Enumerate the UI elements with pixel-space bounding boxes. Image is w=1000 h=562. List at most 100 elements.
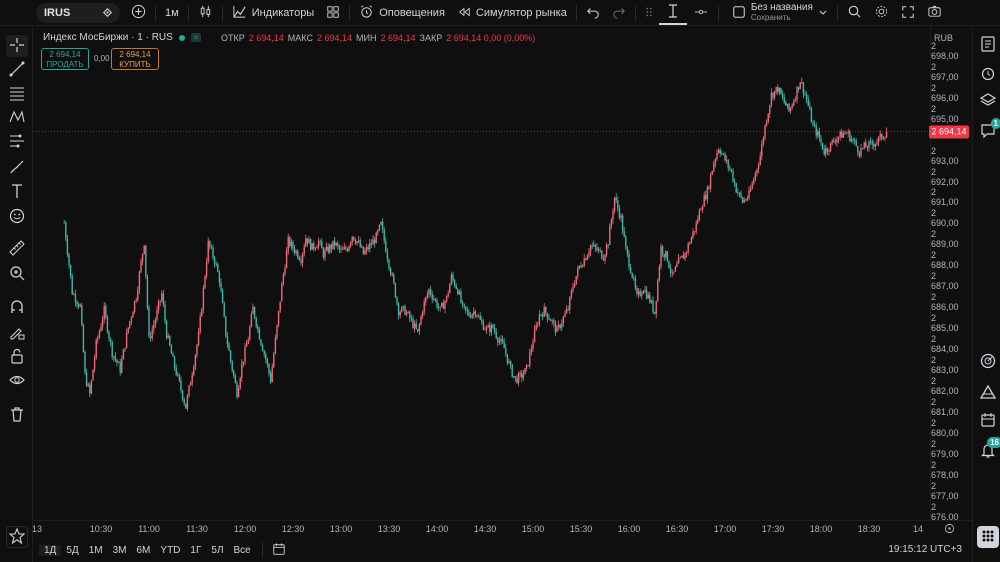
candle-body [484, 329, 486, 331]
emoji-tool[interactable] [6, 206, 28, 228]
trend-line-tool[interactable] [6, 59, 28, 81]
replay-button[interactable]: Симулятор рынка [451, 1, 573, 25]
separator [634, 5, 636, 21]
axis-settings-icon[interactable] [944, 523, 955, 537]
fullscreen-button[interactable] [895, 1, 921, 25]
candle-body [263, 350, 265, 354]
calendar-button[interactable] [977, 410, 999, 432]
alerts-panel-button[interactable] [977, 63, 999, 85]
quick-search-button[interactable] [841, 1, 868, 25]
candle-body [215, 263, 217, 265]
snapshot-button[interactable] [921, 1, 948, 25]
symbol-options-icon[interactable] [101, 6, 114, 22]
candle-body [498, 340, 501, 343]
candle-body [781, 94, 784, 98]
hide-drawings-tool[interactable] [6, 370, 28, 392]
candle-body [538, 314, 541, 325]
remove-drawings-tool[interactable] [6, 404, 28, 426]
separator [836, 5, 838, 21]
candle-body [188, 385, 190, 396]
lock-draw-tool[interactable] [6, 322, 28, 344]
candle-body [730, 169, 733, 172]
candle-body [580, 265, 582, 268]
range-button[interactable]: 1М [84, 545, 108, 556]
candle-body [679, 257, 681, 258]
candle-body [252, 306, 254, 315]
range-button[interactable]: 5Д [61, 545, 83, 556]
forecast-tool[interactable] [6, 131, 28, 153]
star-icon [8, 527, 26, 548]
range-button[interactable]: 3М [108, 545, 132, 556]
candle-body [826, 148, 829, 152]
undo-button[interactable] [580, 1, 606, 25]
candle-body [567, 309, 569, 310]
price-chart[interactable] [33, 26, 930, 520]
candle-body [485, 327, 488, 330]
chats-button[interactable]: 1 [977, 118, 1000, 142]
candle-body [221, 290, 224, 304]
candle-body [434, 298, 437, 301]
fib-tool[interactable] [6, 83, 28, 105]
candle-body [327, 246, 329, 253]
redo-button[interactable] [606, 1, 632, 25]
candle-body [554, 322, 557, 333]
settings-button[interactable] [868, 1, 895, 25]
range-button[interactable]: 1Д [39, 544, 62, 556]
watchlist-button[interactable] [977, 34, 999, 56]
magnet-tool[interactable] [6, 297, 28, 319]
candle-body [325, 246, 328, 251]
buy-button[interactable]: 2 694,14 КУПИТЬ [111, 48, 159, 70]
favorites-tool[interactable] [6, 526, 28, 548]
candle-body [825, 148, 827, 155]
candle-body [177, 374, 179, 376]
time-tick: 13 [31, 524, 43, 534]
candle-body [797, 87, 800, 90]
apps-button[interactable] [977, 526, 999, 548]
range-button[interactable]: Все [229, 545, 256, 556]
range-button[interactable]: YTD [155, 545, 185, 556]
indicators-button[interactable]: Индикаторы [226, 1, 321, 25]
crosshair-tool[interactable] [6, 35, 28, 57]
candle-body [391, 274, 393, 276]
drag-handle[interactable] [639, 1, 659, 25]
chart-type-button[interactable] [192, 1, 219, 25]
ruler-tool[interactable] [6, 238, 28, 260]
layout-button[interactable]: Без названия Сохранить [726, 1, 834, 25]
templates-button[interactable] [320, 1, 346, 25]
range-button[interactable]: 5Л [206, 545, 228, 556]
data-window-button[interactable] [977, 90, 999, 112]
candle-body [612, 211, 614, 220]
lock-all-tool[interactable] [6, 346, 28, 368]
compare-button[interactable] [125, 1, 152, 25]
line-tool-button[interactable] [687, 1, 715, 25]
candle-body [809, 105, 811, 109]
measure-tool-button[interactable] [658, 1, 687, 25]
hotlists-button[interactable] [977, 351, 999, 373]
date-range-icon[interactable] [272, 542, 286, 559]
interval-button[interactable]: 1м [159, 1, 185, 25]
range-button[interactable]: 1Г [185, 545, 206, 556]
zoom-tool[interactable] [6, 263, 28, 285]
candle-body [463, 303, 465, 307]
price-axis[interactable]: 2 698,00 2 697,00 2 696,00 2 695,00 2 693,00… [930, 26, 972, 522]
brush-tool[interactable] [6, 157, 28, 179]
notifications-button[interactable]: 16 [977, 437, 1000, 462]
symbol-search[interactable]: IRUS [36, 3, 120, 23]
approx-tag: ≈ [190, 33, 202, 42]
candle-body [213, 257, 216, 264]
legend-title[interactable]: Индекс МосБиржи · 1 · RUS [43, 32, 173, 43]
candle-body [807, 99, 809, 106]
ideas-button[interactable] [977, 382, 999, 404]
alerts-button[interactable]: Оповещения [353, 1, 451, 25]
text-tool[interactable] [6, 181, 28, 203]
price-tick: 2 684,00 [931, 334, 959, 355]
sell-button[interactable]: 2 694,14 ПРОДАТЬ [41, 48, 89, 70]
candle-body [353, 236, 355, 241]
candle-body [460, 291, 462, 303]
pattern-tool[interactable] [6, 107, 28, 129]
currency-label[interactable]: RUB [934, 33, 953, 43]
time-axis[interactable]: 13 10:30 11:00 11:30 12:00 12:30 13:00 13:30 14:… [31, 520, 972, 538]
range-button[interactable]: 6М [132, 545, 156, 556]
candle-body [748, 190, 750, 198]
clock-timezone[interactable]: 19:15:12 UTC+3 [888, 544, 962, 555]
